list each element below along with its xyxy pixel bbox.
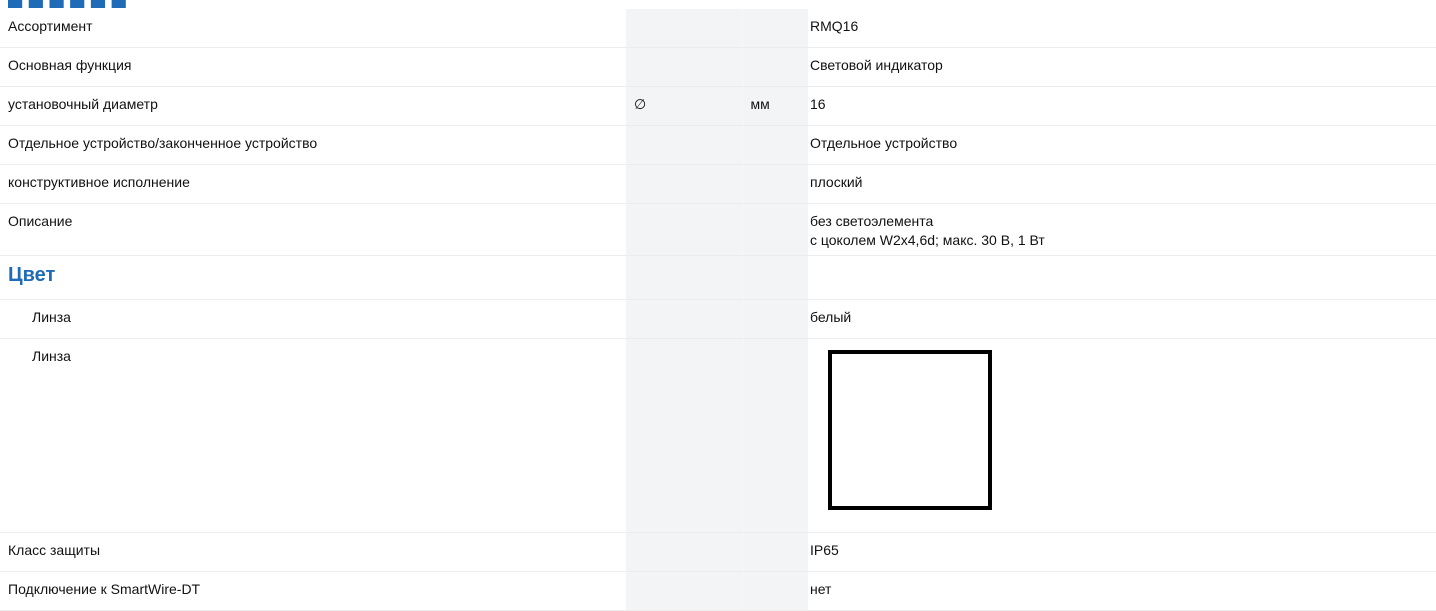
spec-value: Отдельное устройство [808,125,1436,165]
spec-row-design: конструктивное исполнение плоский [0,164,1436,204]
spec-unit [742,203,808,256]
spec-row-main-function: Основная функция Световой индикатор [0,47,1436,87]
spec-symbol [626,164,743,204]
section-row-color: Цвет [0,255,1436,300]
spec-value [808,338,1436,533]
spec-symbol [626,203,743,256]
spec-label: Линза [0,299,626,339]
spec-value: IP65 [808,532,1436,572]
spec-row-mounting-diameter: установочный диаметр ∅ мм 16 [0,86,1436,126]
spec-label: Основная функция [0,47,626,87]
spec-row-smartwire: Подключение к SmartWire-DT нет [0,571,1436,611]
spec-unit [742,125,808,165]
spec-row-protection-class: Класс защиты IP65 [0,532,1436,572]
spec-row-lens-swatch: Линза [0,338,1436,533]
spec-value: RMQ16 [808,9,1436,48]
spec-unit [742,338,808,533]
spec-row-assortment: Ассортимент RMQ16 [0,9,1436,48]
spec-label: Класс защиты [0,532,626,572]
spec-label: Отдельное устройство/законченное устройс… [0,125,626,165]
description-line: с цоколем W2x4,6d; макс. 30 В, 1 Вт [810,232,1045,248]
spec-symbol [626,125,743,165]
previous-section-heading: █ █ █ █ █ █ [8,0,126,8]
spec-symbol [626,255,743,300]
spec-value: без светоэлемента с цоколем W2x4,6d; мак… [808,203,1436,256]
spec-row-lens-color: Линза белый [0,299,1436,339]
spec-label: Ассортимент [0,9,626,48]
spec-unit [742,532,808,572]
spec-label: Описание [0,203,626,256]
spec-value: белый [808,299,1436,339]
spec-value: Световой индикатор [808,47,1436,87]
description-line: без светоэлемента [810,213,934,229]
lens-color-swatch [828,350,992,510]
spec-label: Линза [0,338,626,533]
previous-section-heading-clip: █ █ █ █ █ █ [0,0,1436,8]
spec-table: Ассортимент RMQ16 Основная функция Свето… [0,9,1436,611]
spec-value: плоский [808,164,1436,204]
spec-unit [742,9,808,48]
spec-symbol [626,571,743,611]
spec-symbol [626,532,743,572]
spec-label: конструктивное исполнение [0,164,626,204]
spec-unit [742,571,808,611]
spec-row-description: Описание без светоэлемента с цоколем W2x… [0,203,1436,256]
spec-unit [742,47,808,87]
spec-symbol [626,47,743,87]
section-title-color: Цвет [8,264,56,286]
spec-label: Подключение к SmartWire-DT [0,571,626,611]
diameter-symbol: ∅ [626,86,743,126]
spec-unit [742,255,808,300]
spec-symbol [626,338,743,533]
spec-unit [742,299,808,339]
spec-unit [742,164,808,204]
spec-unit: мм [742,86,808,126]
spec-row-device-type: Отдельное устройство/законченное устройс… [0,125,1436,165]
section-header: Цвет [0,255,626,300]
spec-value: нет [808,571,1436,611]
spec-symbol [626,299,743,339]
spec-value [808,255,1436,300]
spec-value: 16 [808,86,1436,126]
spec-symbol [626,9,743,48]
spec-label: установочный диаметр [0,86,626,126]
